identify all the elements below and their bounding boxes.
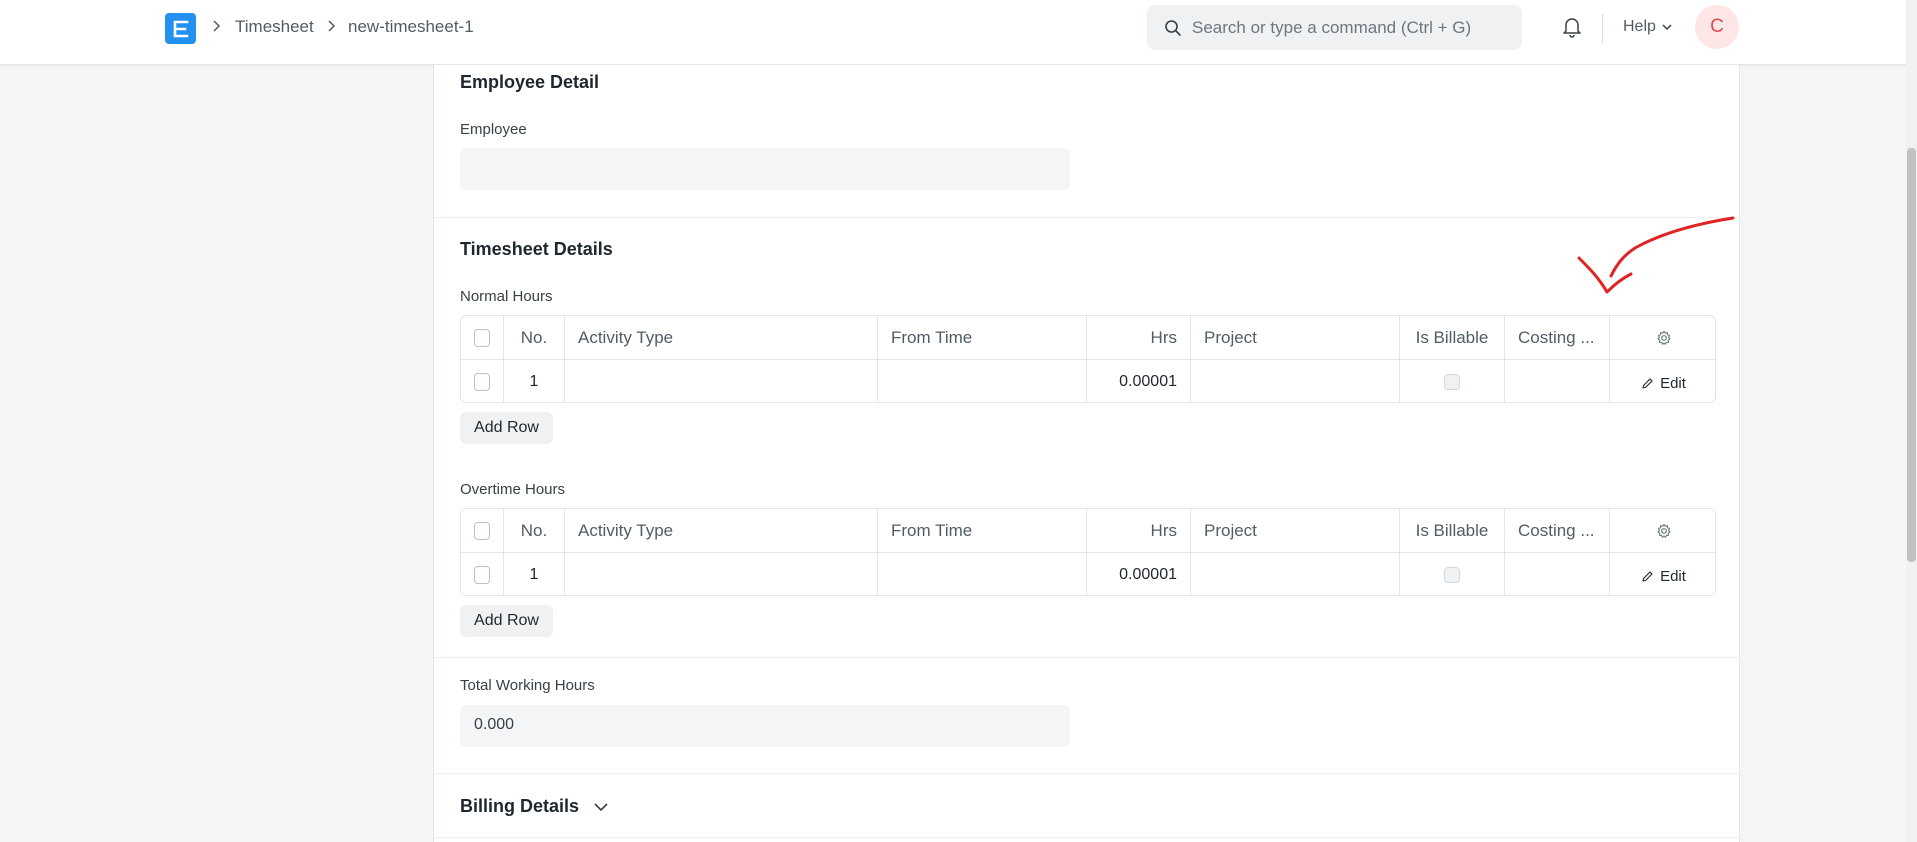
row-activity-type[interactable] [565,553,878,595]
edit-row-button[interactable]: Edit [1641,375,1686,392]
gear-icon[interactable] [1656,330,1672,346]
row-hrs[interactable]: 0.00001 [1087,553,1191,595]
row-checkbox[interactable] [474,373,490,391]
breadcrumb-separator [212,19,221,36]
overtime-hours-label: Overtime Hours [460,481,566,498]
row-select-cell [461,553,504,595]
col-activity-type: Activity Type [565,316,878,360]
col-is-billable: Is Billable [1400,509,1505,553]
edit-row-button[interactable]: Edit [1641,568,1686,585]
row-costing[interactable] [1505,553,1610,595]
app-logo[interactable] [165,13,196,44]
table-row[interactable]: 1 0.00001 Edit [461,553,1715,595]
navbar-divider [1602,14,1603,44]
row-costing[interactable] [1505,360,1610,402]
row-project[interactable] [1191,553,1400,595]
col-no: No. [504,509,565,553]
select-all-cell [461,509,504,553]
section-divider [434,773,1741,774]
employee-label: Employee [460,121,527,138]
search-bar[interactable]: Search or type a command (Ctrl + G) [1147,5,1522,50]
normal-hours-grid: No. Activity Type From Time Hrs Project … [460,315,1716,403]
col-hrs: Hrs [1087,316,1191,360]
grid-header-row: No. Activity Type From Time Hrs Project … [461,316,1715,360]
row-project[interactable] [1191,360,1400,402]
help-label: Help [1623,18,1656,35]
is-billable-checkbox[interactable] [1444,374,1460,390]
total-working-hours-field: 0.000 [460,705,1070,747]
employee-section-title: Employee Detail [460,72,600,92]
section-divider [434,217,1741,218]
breadcrumb-current-doc[interactable]: new-timesheet-1 [348,17,474,37]
row-no: 1 [504,360,565,402]
col-costing: Costing ... [1505,316,1610,360]
grid-settings-cell[interactable] [1610,316,1715,360]
row-edit-cell: Edit [1610,553,1715,595]
row-is-billable-cell [1400,553,1505,595]
col-hrs: Hrs [1087,509,1191,553]
gear-icon[interactable] [1656,523,1672,539]
breadcrumb-separator [327,19,336,36]
chevron-down-icon [1662,24,1672,31]
search-icon [1165,20,1181,36]
timesheet-section-title: Timesheet Details [460,239,613,259]
scrollbar-thumb[interactable] [1907,148,1916,562]
search-input[interactable]: Search or type a command (Ctrl + G) [1192,18,1471,38]
notifications-button[interactable] [1561,15,1583,44]
grid-settings-cell[interactable] [1610,509,1715,553]
row-hrs[interactable]: 0.00001 [1087,360,1191,402]
billing-section-toggle[interactable]: Billing Details [460,796,609,817]
select-all-checkbox[interactable] [474,522,490,540]
normal-hours-label: Normal Hours [460,288,553,305]
checkmark-annotation-icon [1577,216,1735,294]
row-checkbox[interactable] [474,566,490,584]
row-from-time[interactable] [878,553,1087,595]
row-activity-type[interactable] [565,360,878,402]
chevron-down-icon [594,802,608,811]
row-edit-cell: Edit [1610,360,1715,402]
bell-icon [1563,18,1581,38]
add-row-button[interactable]: Add Row [460,412,553,444]
col-is-billable: Is Billable [1400,316,1505,360]
pencil-icon [1642,378,1653,389]
row-is-billable-cell [1400,360,1505,402]
navbar: Timesheet new-timesheet-1 Search or type… [0,0,1906,65]
pencil-icon [1642,571,1653,582]
breadcrumb-timesheet[interactable]: Timesheet [235,17,314,37]
col-from-time: From Time [878,316,1087,360]
form-card: Employee Detail Employee Timesheet Detai… [433,65,1741,842]
overtime-hours-grid: No. Activity Type From Time Hrs Project … [460,508,1716,596]
user-avatar[interactable]: C [1695,5,1739,49]
is-billable-checkbox[interactable] [1444,567,1460,583]
billing-section-title: Billing Details [460,796,580,816]
row-no: 1 [504,553,565,595]
add-row-button[interactable]: Add Row [460,605,553,637]
total-working-hours-label: Total Working Hours [460,677,595,694]
edit-label: Edit [1660,568,1686,585]
col-costing: Costing ... [1505,509,1610,553]
col-project: Project [1191,509,1400,553]
section-divider [434,657,1741,658]
select-all-cell [461,316,504,360]
col-project: Project [1191,316,1400,360]
row-from-time[interactable] [878,360,1087,402]
grid-header-row: No. Activity Type From Time Hrs Project … [461,509,1715,553]
app-logo-icon [173,20,188,37]
col-activity-type: Activity Type [565,509,878,553]
col-from-time: From Time [878,509,1087,553]
col-no: No. [504,316,565,360]
help-dropdown[interactable]: Help [1623,18,1673,36]
row-select-cell [461,360,504,402]
edit-label: Edit [1660,375,1686,392]
employee-input[interactable] [460,148,1070,190]
select-all-checkbox[interactable] [474,329,490,347]
table-row[interactable]: 1 0.00001 Edit [461,360,1715,402]
section-divider [434,837,1741,838]
